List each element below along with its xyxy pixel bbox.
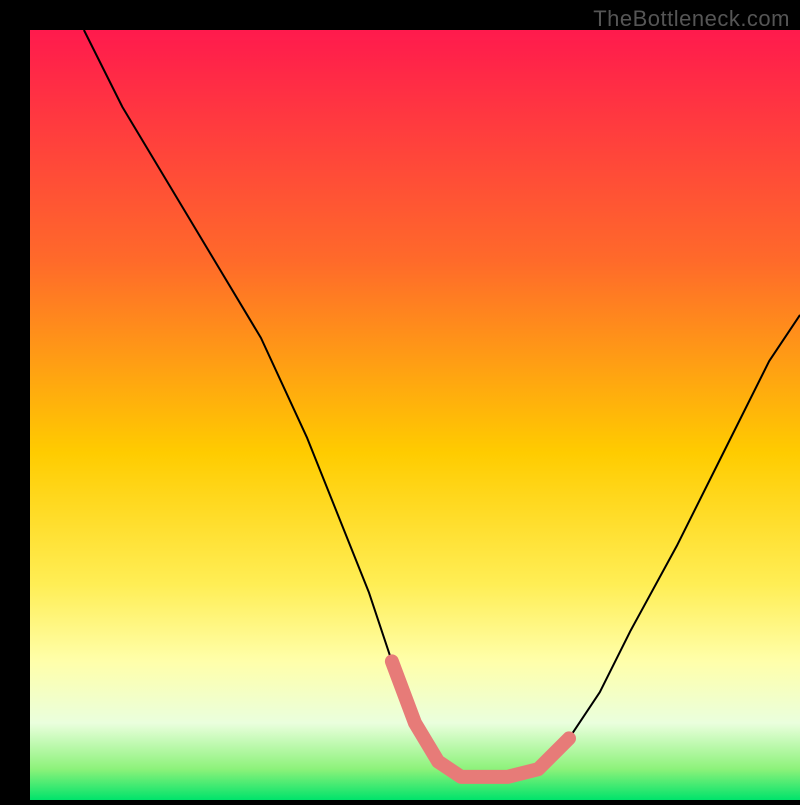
watermark-text: TheBottleneck.com [593,6,790,32]
chart-svg [0,0,800,800]
bottleneck-chart [0,0,800,800]
